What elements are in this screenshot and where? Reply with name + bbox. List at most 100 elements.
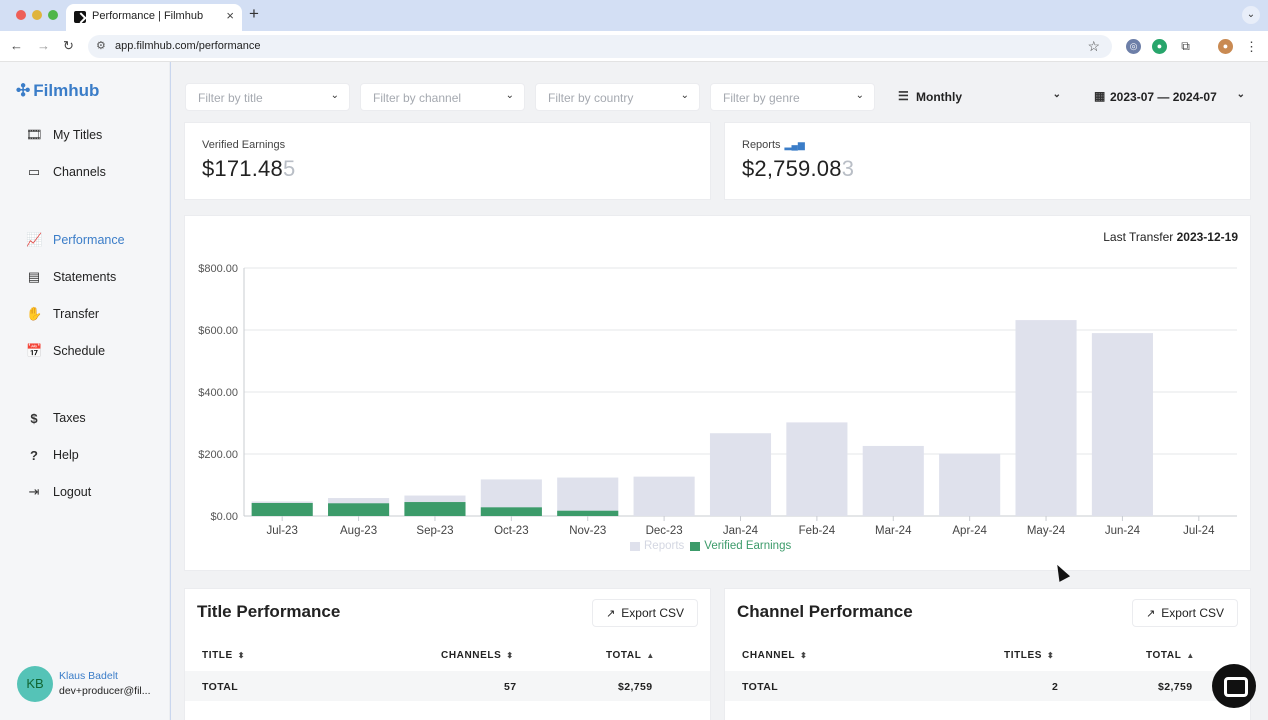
x-tick-label: Sep-23	[416, 525, 453, 537]
sidebar-item-label: Performance	[53, 233, 125, 247]
question-icon: ?	[30, 447, 38, 463]
bar-reports-Jan-24	[709, 433, 772, 516]
sidebar-item-label: Transfer	[53, 307, 100, 321]
filmhub-favicon-icon	[74, 11, 86, 23]
column-header-titles[interactable]: TITLES ⬍	[1004, 650, 1054, 661]
x-tick-label: Aug-23	[340, 525, 377, 537]
chevron-down-icon: ⌄	[680, 90, 689, 101]
maximize-window-icon[interactable]	[48, 10, 58, 20]
sidebar-item-transfer[interactable]: ✋ Transfer	[26, 303, 99, 325]
chevron-down-icon: ⌄	[330, 90, 339, 101]
date-range-value: 2023-07 — 2024-07	[1110, 90, 1217, 104]
total-amount: $2,759	[1158, 681, 1193, 693]
browser-menu-icon[interactable]: ⋮	[1244, 39, 1259, 54]
filmhub-logo[interactable]: ✣ Filmhub	[16, 81, 99, 101]
sidebar: ✣ Filmhub 🎞 My Titles ▭ Channels 📈 Performan…	[0, 62, 170, 720]
filter-channel-select[interactable]: Filter by channel ⌄	[360, 83, 525, 111]
url-field[interactable]: ⚙ app.filmhub.com/performance ☆	[88, 35, 1112, 58]
title-export-csv-button[interactable]: ↗ Export CSV	[592, 599, 698, 627]
bar-reports-May-24	[1015, 320, 1077, 516]
sidebar-item-my-titles[interactable]: 🎞 My Titles	[26, 124, 102, 146]
filter-country-select[interactable]: Filter by country ⌄	[535, 83, 700, 111]
logout-icon: ⇥	[28, 484, 40, 499]
reload-icon[interactable]: ↻	[63, 38, 74, 54]
calendar-icon: 📅	[26, 343, 43, 358]
extensions-puzzle-icon[interactable]: ⧉	[1178, 39, 1193, 54]
sidebar-item-label: My Titles	[53, 128, 103, 142]
external-arrow-icon: ↗	[1146, 607, 1156, 620]
sidebar-item-label: Schedule	[53, 344, 106, 358]
legend-item-reports[interactable]: Reports	[630, 540, 684, 552]
signal-bars-icon: ▂▄▆	[784, 140, 805, 150]
close-window-icon[interactable]	[16, 10, 26, 20]
tab-search-icon[interactable]: ⌄	[1242, 6, 1260, 24]
user-email: dev+producer@fil...	[59, 685, 151, 697]
user-name[interactable]: Klaus Badelt	[59, 670, 118, 682]
filter-genre-placeholder: Filter by genre	[723, 91, 800, 105]
document-icon: ▤	[27, 269, 41, 284]
tab-close-icon[interactable]: ×	[226, 8, 234, 23]
x-tick-label: Oct-23	[494, 525, 529, 537]
date-range-select[interactable]: ▦ 2023-07 — 2024-07 ⌄	[1081, 83, 1251, 111]
sort-asc-icon: ▲	[646, 651, 655, 660]
chart-icon: 📈	[26, 232, 43, 247]
bar-reports-Dec-23	[633, 476, 695, 516]
forward-icon[interactable]: →	[37, 38, 50, 53]
y-tick-label: $600.00	[198, 325, 238, 337]
total-label: TOTAL	[742, 681, 779, 693]
sidebar-item-logout[interactable]: ⇥ Logout	[26, 481, 92, 503]
channel-performance-heading: Channel Performance	[737, 602, 913, 621]
sort-icon: ⬍	[237, 651, 246, 660]
filter-title-placeholder: Filter by title	[198, 91, 263, 105]
extension-icon[interactable]: ◎	[1126, 39, 1141, 54]
column-header-total[interactable]: TOTAL ▲	[606, 650, 655, 661]
title-performance-card: Title Performance ↗ Export CSV TITLE ⬍ CHA…	[184, 588, 711, 720]
x-tick-label: Apr-24	[952, 525, 987, 537]
sort-icon: ⬍	[800, 651, 808, 660]
column-header-title[interactable]: TITLE ⬍	[202, 650, 245, 661]
period-select[interactable]: ☰ Monthly ⌄	[885, 83, 1071, 111]
verified-earnings-label: Verified Earnings	[202, 139, 286, 151]
sidebar-item-statements[interactable]: ▤ Statements	[26, 266, 116, 288]
chevron-down-icon: ⌄	[1236, 89, 1245, 100]
sidebar-item-performance[interactable]: 📈 Performance	[26, 229, 125, 251]
bar-reports-Nov-23	[557, 477, 619, 516]
x-tick-label: Mar-24	[875, 525, 912, 537]
browser-tab[interactable]: Performance | Filmhub ×	[66, 4, 242, 31]
y-tick-label: $200.00	[198, 449, 238, 461]
sidebar-item-label: Channels	[53, 165, 106, 179]
external-arrow-icon: ↗	[606, 607, 616, 620]
period-value: Monthly	[916, 90, 962, 104]
legend-item-verified-earnings[interactable]: Verified Earnings	[690, 540, 791, 552]
sidebar-item-taxes[interactable]: $ Taxes	[26, 407, 85, 429]
sidebar-item-label: Statements	[53, 270, 117, 284]
filter-title-select[interactable]: Filter by title ⌄	[185, 83, 350, 111]
verified-earnings-card: Verified Earnings $171.485	[184, 122, 711, 200]
chat-support-button[interactable]	[1212, 664, 1256, 708]
filter-channel-placeholder: Filter by channel	[373, 91, 462, 105]
user-profile[interactable]: KB Klaus Badelt dev+producer@fil...	[17, 666, 167, 702]
new-tab-icon[interactable]: +	[249, 4, 259, 24]
reports-value: $2,759.083	[742, 156, 855, 181]
column-header-channel[interactable]: CHANNEL ⬍	[742, 650, 807, 661]
sidebar-item-schedule[interactable]: 📅 Schedule	[26, 340, 105, 362]
x-tick-label: Dec-23	[646, 525, 683, 537]
total-channels: 57	[504, 681, 517, 693]
channel-export-csv-button[interactable]: ↗ Export CSV	[1132, 599, 1238, 627]
column-header-total[interactable]: TOTAL ▲	[1146, 650, 1195, 661]
profile-avatar-icon[interactable]: ●	[1218, 39, 1233, 54]
chevron-down-icon: ⌄	[1052, 89, 1061, 100]
sidebar-item-help[interactable]: ? Help	[26, 444, 79, 466]
reports-label: Reports ▂▄▆	[742, 139, 805, 151]
filter-genre-select[interactable]: Filter by genre ⌄	[710, 83, 875, 111]
grammar-extension-icon[interactable]: ●	[1152, 39, 1167, 54]
column-header-channels[interactable]: CHANNELS ⬍	[441, 650, 514, 661]
bookmark-star-icon[interactable]: ☆	[1087, 38, 1100, 55]
minimize-window-icon[interactable]	[32, 10, 42, 20]
back-icon[interactable]: ←	[10, 38, 23, 53]
sidebar-item-channels[interactable]: ▭ Channels	[26, 161, 106, 183]
sort-asc-icon: ▲	[1186, 651, 1195, 660]
sidebar-item-label: Help	[53, 448, 79, 462]
bar-verified-Sep-23	[404, 502, 466, 516]
site-info-icon[interactable]: ⚙	[96, 39, 106, 52]
